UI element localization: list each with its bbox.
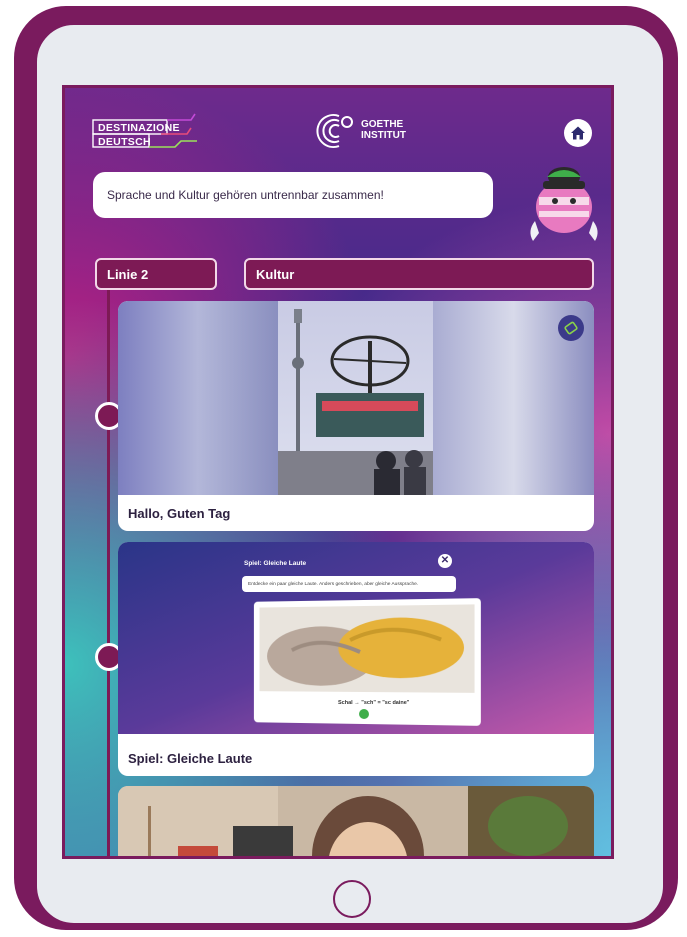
game-title: Spiel: Gleiche Laute [244,560,307,567]
game-close-icon: ✕ [438,554,452,568]
goethe-swirl-icon [316,114,353,148]
goethe-line-2: INSTITUT [361,130,406,141]
logo-line-2: DEUTSCH [98,136,151,148]
timeline-line [107,290,110,856]
tab-kultur[interactable]: Kultur [244,258,594,290]
card-image-person [118,786,594,856]
home-button[interactable] [564,119,592,147]
speech-bubble: Sprache und Kultur gehören untrennbar zu… [93,172,493,218]
goethe-line-1: GOETHE [361,119,404,130]
ticket-badge[interactable] [558,315,584,341]
game-panel [253,598,481,726]
card-hallo-guten-tag[interactable]: Hallo, Guten Tag [118,301,594,531]
goethe-institut-logo: GOETHE INSTITUT [311,110,421,150]
logo-line-1: DESTINAZIONE [98,122,180,134]
card-label: Spiel: Gleiche Laute [128,750,253,766]
app-screen: DESTINAZIONE DEUTSCH GOETHE INSTITUT Spr… [62,85,614,859]
game-instruction: Entdecke ein paar gleiche Laute. Anders … [242,576,456,592]
home-icon [571,126,585,140]
hardware-home-button[interactable] [333,880,371,918]
game-formula: Schal → "sch" = "sc daine" [338,700,410,706]
card-label: Hallo, Guten Tag [128,505,231,521]
card-video-partial[interactable] [118,786,594,856]
destinazione-deutsch-logo: DESTINAZIONE DEUTSCH [91,110,199,152]
ticket-icon [564,321,578,335]
card-image-game: Spiel: Gleiche Laute ✕ Entdecke ein paar… [118,542,594,734]
card-spiel-gleiche-laute[interactable]: Spiel: Gleiche Laute ✕ Entdecke ein paar… [118,542,594,776]
mascot-character [525,161,603,243]
tab-line-2[interactable]: Linie 2 [95,258,217,290]
card-image-world-clock [118,301,594,495]
